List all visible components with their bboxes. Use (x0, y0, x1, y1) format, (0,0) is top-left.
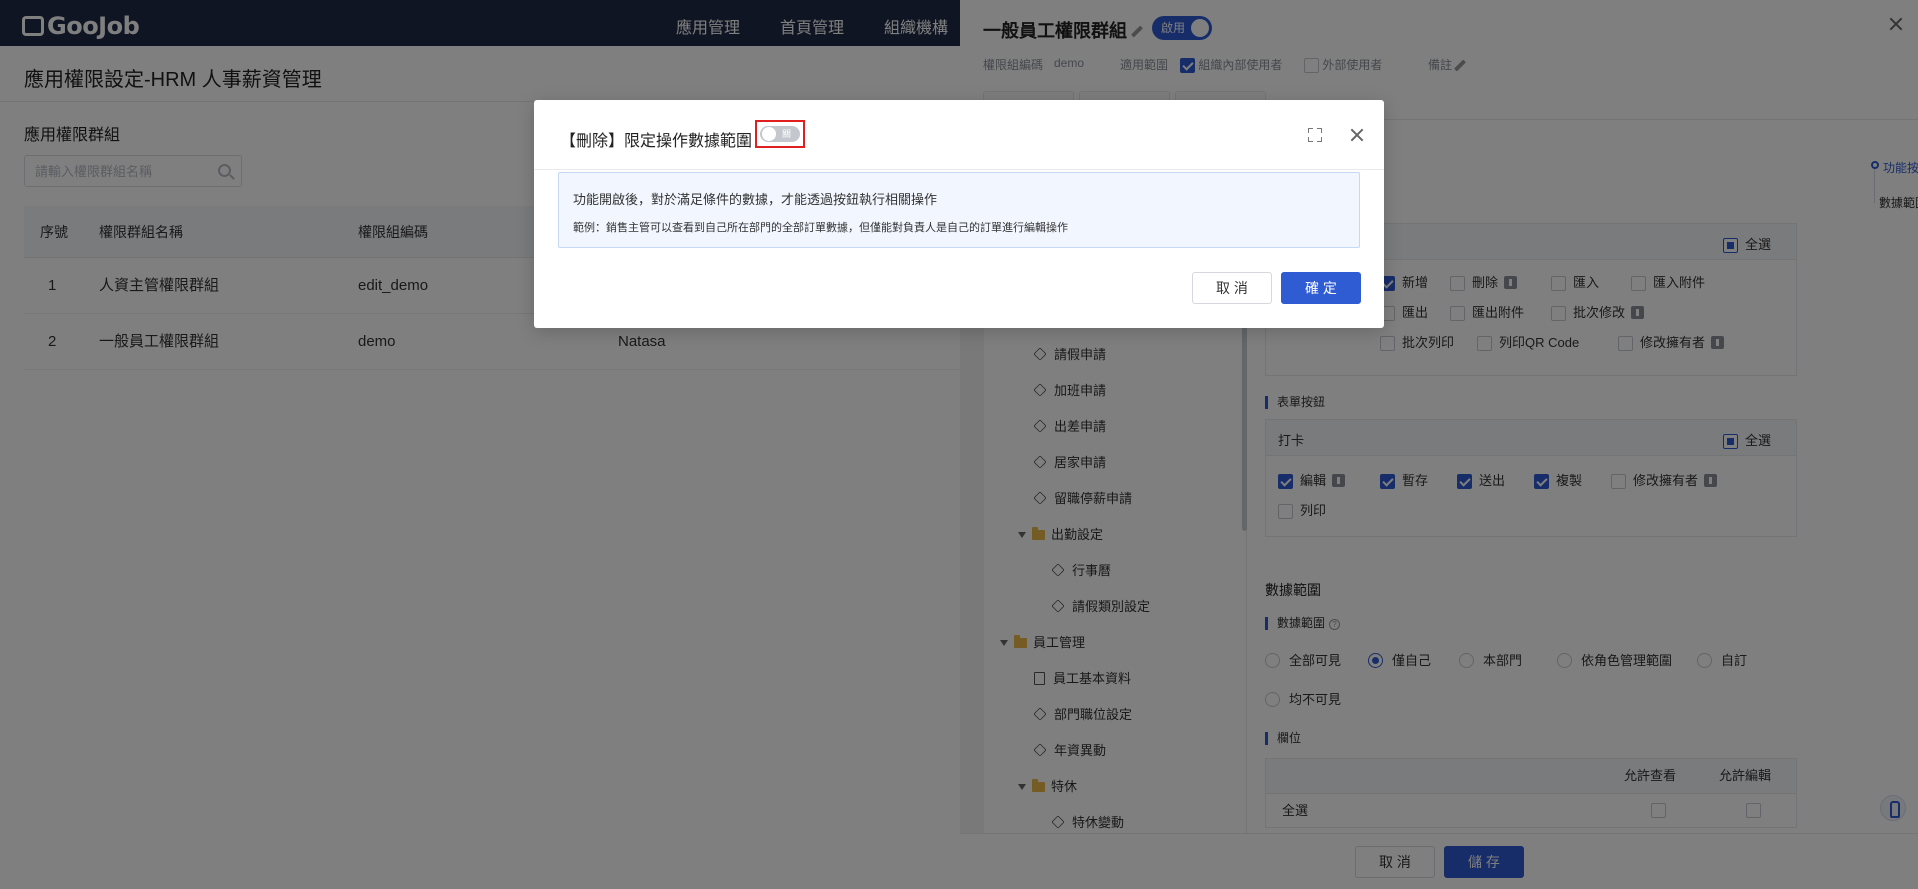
close-icon (1349, 127, 1365, 143)
switch-knob (762, 127, 776, 141)
modal-close-button[interactable] (1349, 127, 1365, 143)
modal-cancel-button[interactable]: 取 消 (1192, 272, 1272, 304)
switch-label: 關 (782, 129, 792, 139)
modal-title: 【刪除】限定操作數據範圍 (560, 133, 753, 150)
info-alert: 功能開啟後，對於滿足條件的數據，才能透過按鈕執行相關操作 範例：銷售主管可以查看… (558, 172, 1360, 248)
switch-highlight-frame: 關 (755, 120, 805, 148)
info-description: 功能開啟後，對於滿足條件的數據，才能透過按鈕執行相關操作 (573, 192, 938, 207)
info-example: 範例：銷售主管可以查看到自己所在部門的全部訂單數據，但僅能對負責人是自己的訂單進… (573, 222, 1068, 234)
limit-scope-switch[interactable]: 關 (760, 126, 800, 142)
expand-icon[interactable] (1308, 128, 1322, 142)
modal-divider (534, 169, 1384, 170)
data-scope-limit-modal: 【刪除】限定操作數據範圍 關 功能開啟後，對於滿足條件的數據，才能透過按鈕執行相… (534, 100, 1384, 328)
modal-confirm-button[interactable]: 確 定 (1281, 272, 1361, 304)
